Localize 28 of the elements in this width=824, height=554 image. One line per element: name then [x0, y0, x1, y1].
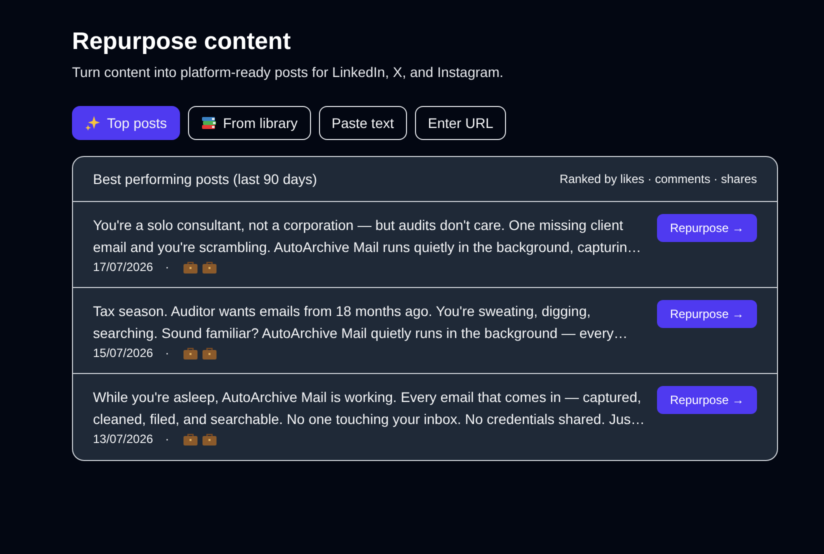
briefcase-icon — [183, 432, 198, 446]
source-tab[interactable]: Paste text — [318, 106, 407, 140]
page-subtitle: Turn content into platform-ready posts for LinkedIn, X, and Instagram. — [72, 64, 504, 80]
source-tab[interactable]: From library — [188, 106, 311, 140]
page-title: Repurpose content — [72, 28, 292, 56]
post-date: 13/07/2026 — [93, 432, 154, 446]
repurpose-button[interactable]: Repurpose → — [656, 386, 757, 414]
briefcase-icon — [202, 346, 218, 360]
briefcase-icon — [183, 260, 198, 274]
post-text: You're a solo consultant, not a corporation — but audits don't care. One missing client email and you're scrambling. AutoArchive Mail runs quietly in the background, capturin… — [93, 216, 642, 257]
separator-dot: · — [165, 260, 170, 274]
post-date: 17/07/2026 — [93, 260, 154, 274]
separator-dot: · — [165, 432, 170, 446]
post-date: 15/07/2026 — [93, 346, 154, 360]
source-tab[interactable]: Enter URL — [414, 106, 506, 140]
books-icon — [200, 115, 217, 131]
repurpose-button[interactable]: Repurpose → — [656, 214, 757, 242]
briefcase-icon — [183, 346, 198, 360]
panel-title: Best performing posts (last 90 days) — [93, 171, 318, 187]
post-text: Tax season. Auditor wants emails from 18 months ago. You're sweating, digging, searching. Sound familiar? AutoArchive Mail quietly runs in the background — every… — [93, 302, 629, 343]
source-tab[interactable]: Top posts — [72, 106, 180, 140]
briefcase-icon — [202, 260, 218, 274]
sparkles-icon — [85, 115, 101, 131]
ranking-note: Ranked by likes · comments · shares — [560, 172, 757, 186]
briefcase-icon — [202, 432, 218, 446]
separator-dot: · — [165, 346, 170, 360]
post-text: While you're asleep, AutoArchive Mail is working. Every email that comes in — captured, cleaned, filed, and searchable. No one touching your inbox. No credentials shared. Jus… — [93, 388, 646, 429]
repurpose-button[interactable]: Repurpose → — [656, 300, 757, 328]
